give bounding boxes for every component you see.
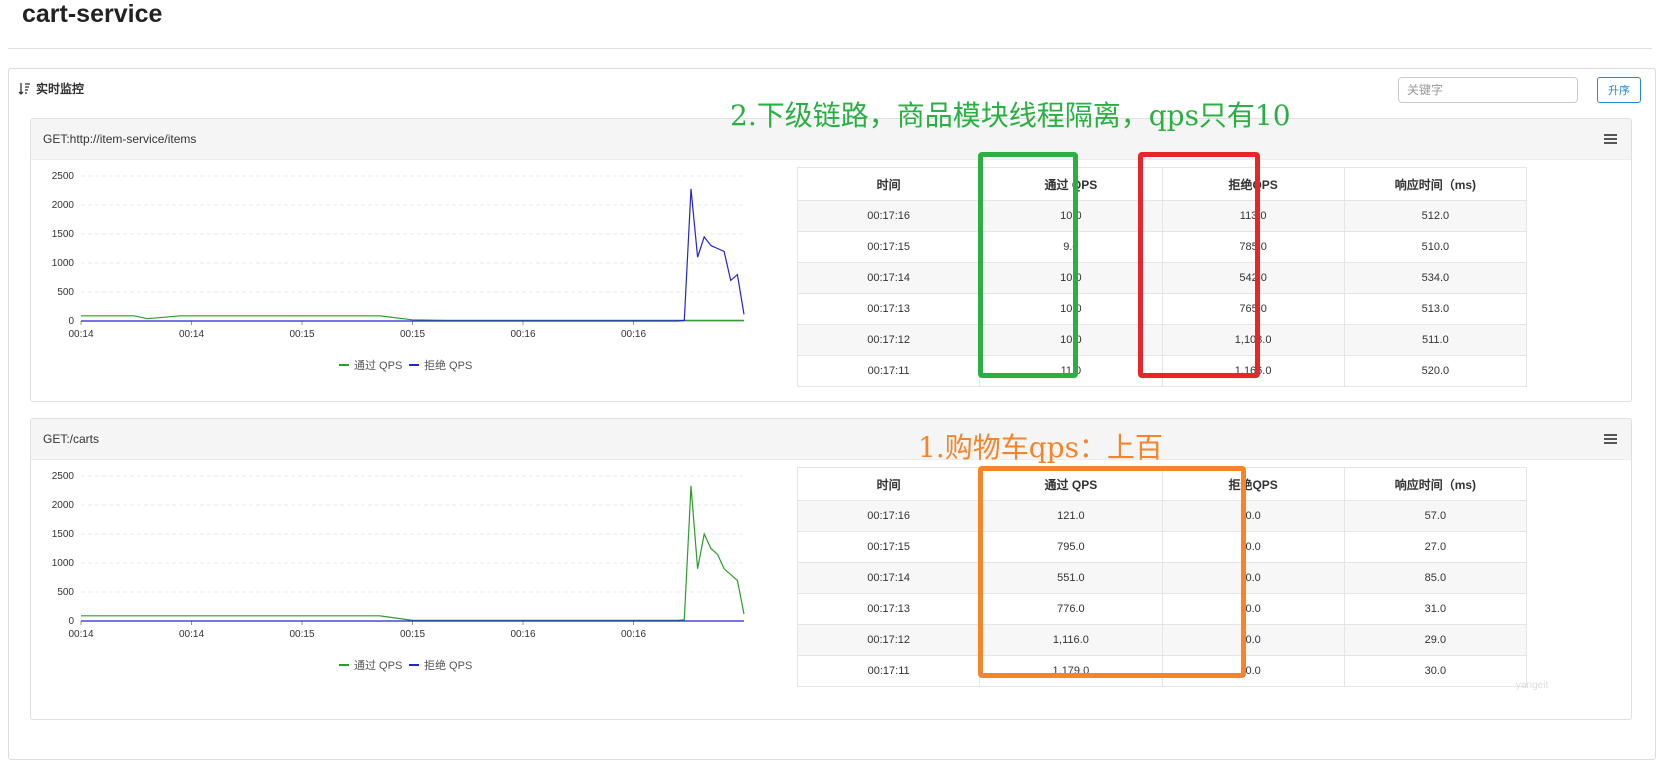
cell-rt: 513.0 xyxy=(1343,293,1528,325)
title-divider xyxy=(8,48,1652,49)
cell-time: 00:17:15 xyxy=(796,231,981,263)
col-rt: 响应时间（ms) xyxy=(1343,467,1528,501)
y-tick-label: 0 xyxy=(68,316,74,327)
cell-time: 00:17:11 xyxy=(796,355,981,387)
legend-label: 拒绝 QPS xyxy=(424,358,472,372)
qps-chart: 0 500 1000 1500 2000 2500 00:14 00:14 00:15 00:15… xyxy=(52,171,745,372)
sort-button[interactable]: 升序 xyxy=(1597,77,1641,103)
x-tick-label: 00:14 xyxy=(68,329,93,340)
annotation-text-isolation: 2.下级链路，商品模块线程隔离，qps只有10 xyxy=(730,99,1291,132)
series-line xyxy=(81,315,744,321)
col-time: 时间 xyxy=(796,167,981,201)
monitor-header[interactable]: 实时监控 xyxy=(18,80,84,97)
cell-time: 00:17:16 xyxy=(796,200,981,232)
cell-rt: 520.0 xyxy=(1343,355,1528,387)
x-tick-label: 00:16 xyxy=(621,629,646,640)
y-tick-label: 1500 xyxy=(52,529,75,540)
legend-label: 拒绝 QPS xyxy=(424,658,472,672)
y-tick-label: 2500 xyxy=(52,171,75,182)
annotation-box-orange xyxy=(978,466,1246,678)
x-tick-label: 00:16 xyxy=(621,329,646,340)
y-tick-label: 1500 xyxy=(52,229,75,240)
resource-card-carts: GET:/carts 0 500 1000 1500 2000 2500 00:14 00:1… xyxy=(30,418,1632,720)
cell-time: 00:17:12 xyxy=(796,324,981,356)
monitor-label: 实时监控 xyxy=(36,82,85,96)
cell-rt: 27.0 xyxy=(1343,531,1528,563)
watermark: yangeit xyxy=(1516,680,1549,691)
x-tick-label: 00:16 xyxy=(510,629,535,640)
x-tick-label: 00:15 xyxy=(400,629,425,640)
legend-label: 通过 QPS xyxy=(354,359,402,372)
y-tick-label: 2000 xyxy=(52,200,75,211)
x-tick-label: 00:14 xyxy=(68,629,93,640)
sort-icon xyxy=(18,83,30,95)
cell-rt: 511.0 xyxy=(1343,324,1528,356)
menu-icon[interactable] xyxy=(1604,134,1617,144)
y-tick-label: 1000 xyxy=(52,558,75,569)
cell-time: 00:17:16 xyxy=(796,500,981,532)
annotation-box-green xyxy=(978,152,1078,378)
cell-time: 00:17:14 xyxy=(796,562,981,594)
annotation-text-cart: 1.购物车qps：上百 xyxy=(918,431,1163,464)
cell-rt: 510.0 xyxy=(1343,231,1528,263)
x-tick-label: 00:16 xyxy=(510,329,535,340)
cell-rt: 30.0 xyxy=(1343,655,1528,687)
x-tick-label: 00:14 xyxy=(179,329,204,340)
cell-time: 00:17:14 xyxy=(796,262,981,294)
cell-rt: 534.0 xyxy=(1343,262,1528,294)
annotation-box-red xyxy=(1138,152,1260,378)
menu-icon[interactable] xyxy=(1604,434,1617,444)
y-tick-label: 2000 xyxy=(52,500,75,511)
cell-time: 00:17:11 xyxy=(796,655,981,687)
y-tick-label: 0 xyxy=(68,616,74,627)
cell-rt: 31.0 xyxy=(1343,593,1528,625)
x-tick-label: 00:15 xyxy=(400,329,425,340)
series-line xyxy=(81,485,745,621)
x-tick-label: 00:15 xyxy=(289,629,314,640)
series-line xyxy=(81,188,745,322)
y-tick-label: 500 xyxy=(57,287,74,298)
resource-card-items: GET:http://item-service/items 0 500 1000 15… xyxy=(30,118,1632,402)
y-tick-label: 1000 xyxy=(52,258,75,269)
y-tick-label: 500 xyxy=(57,587,74,598)
cell-time: 00:17:15 xyxy=(796,531,981,563)
page-title: cart-service xyxy=(22,0,163,28)
y-tick-label: 2500 xyxy=(52,471,75,482)
qps-chart: 0 500 1000 1500 2000 2500 00:14 00:14 00:15 00:15… xyxy=(52,471,745,672)
card-header: GET:/carts xyxy=(31,419,1631,460)
cell-time: 00:17:13 xyxy=(796,593,981,625)
x-tick-label: 00:15 xyxy=(289,329,314,340)
cell-rt: 29.0 xyxy=(1343,624,1528,656)
resource-name: GET:/carts xyxy=(43,432,100,446)
legend-label: 通过 QPS xyxy=(354,659,402,672)
resource-name: GET:http://item-service/items xyxy=(43,132,197,146)
cell-rt: 512.0 xyxy=(1343,200,1528,232)
col-rt: 响应时间（ms) xyxy=(1343,167,1528,201)
cell-time: 00:17:12 xyxy=(796,624,981,656)
col-time: 时间 xyxy=(796,467,981,501)
search-input[interactable] xyxy=(1398,77,1578,103)
cell-rt: 57.0 xyxy=(1343,500,1528,532)
x-tick-label: 00:14 xyxy=(179,629,204,640)
cell-rt: 85.0 xyxy=(1343,562,1528,594)
cell-time: 00:17:13 xyxy=(796,293,981,325)
